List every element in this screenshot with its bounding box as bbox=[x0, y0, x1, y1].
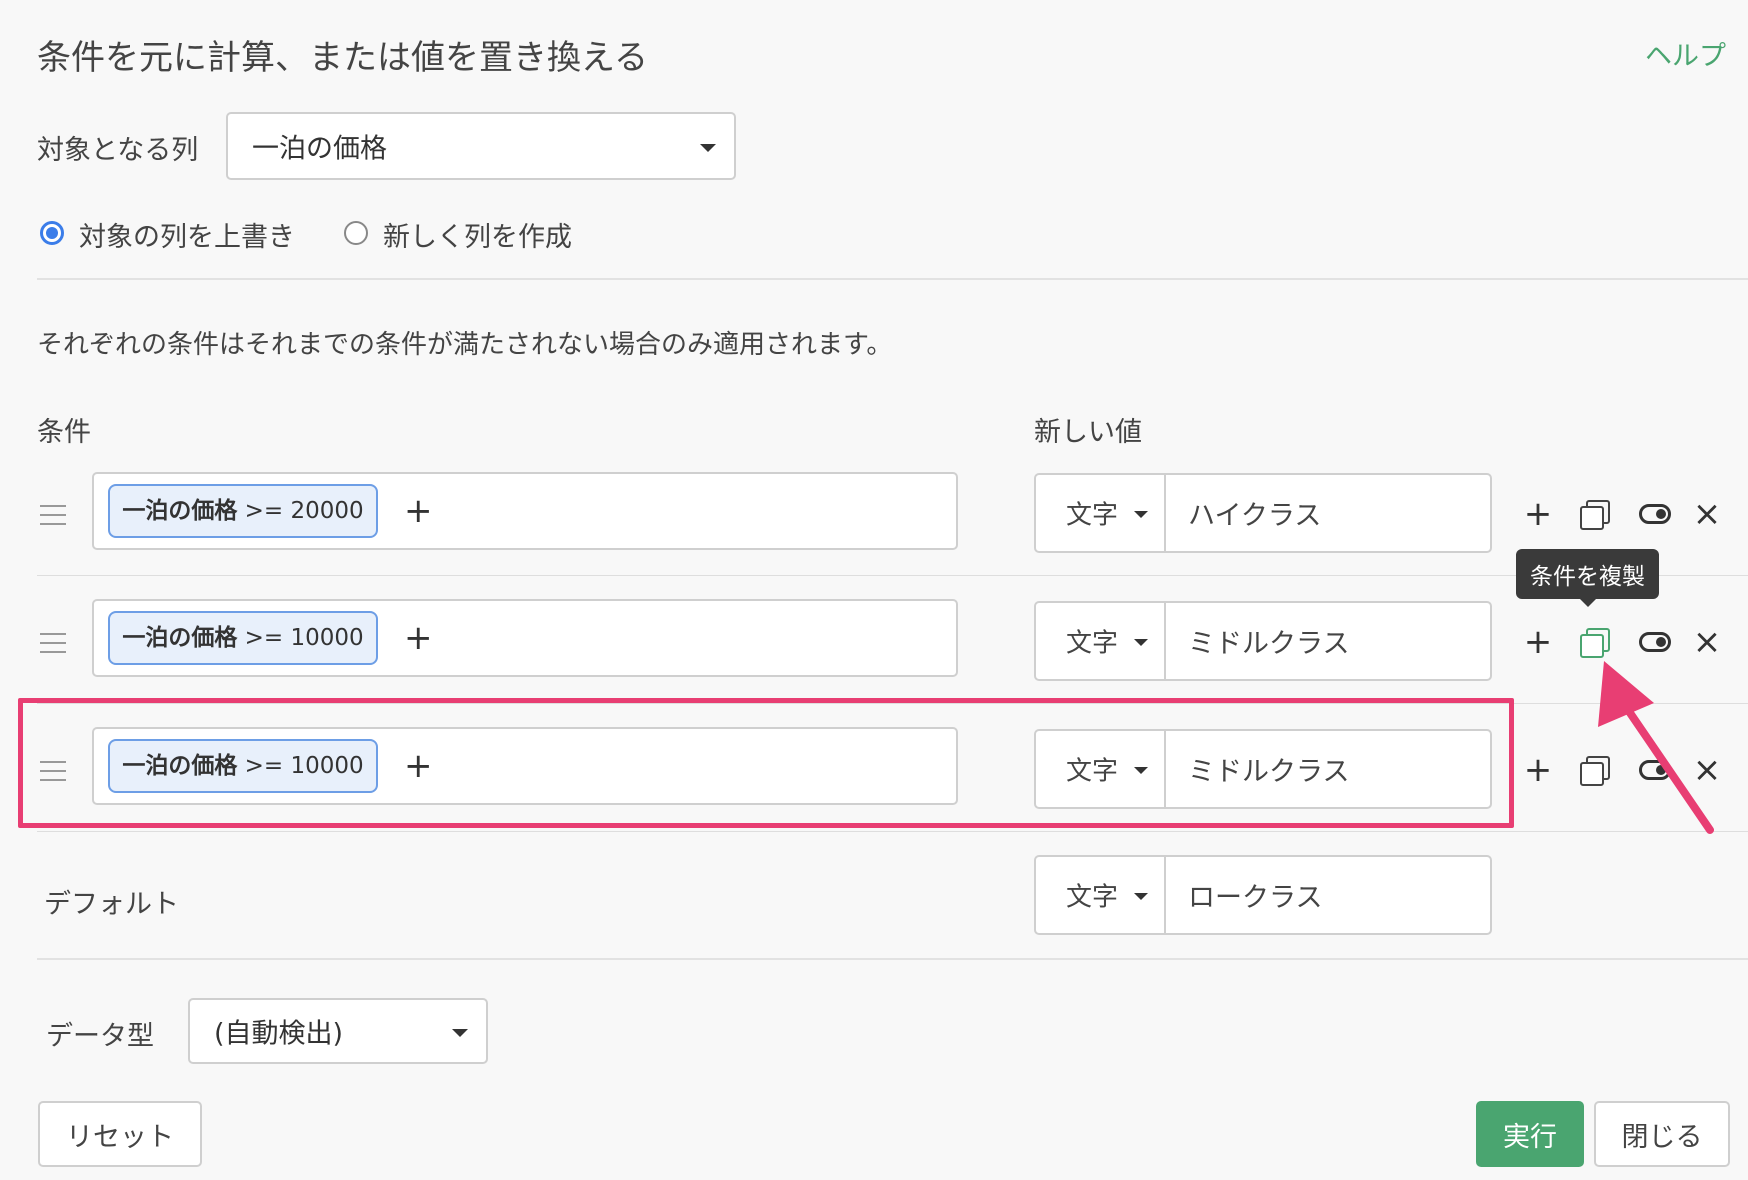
dialog-title: 条件を元に計算、または値を置き換える bbox=[37, 38, 648, 78]
radio-overwrite-label[interactable]: 対象の列を上書き bbox=[79, 215, 295, 254]
new-value-header: 新しい値 bbox=[1034, 417, 1142, 448]
add-rule-plus-icon[interactable]: + bbox=[1521, 753, 1555, 787]
chevron-down-icon bbox=[700, 144, 716, 152]
condition-threshold: 10000 bbox=[290, 625, 364, 651]
toggle-icon[interactable] bbox=[1639, 504, 1671, 524]
value-type-label: 文字 bbox=[1066, 882, 1119, 913]
value-type-select[interactable]: 文字 bbox=[1036, 857, 1166, 933]
description-text: それぞれの条件はそれまでの条件が満たされない場合のみ適用されます。 bbox=[37, 330, 893, 360]
highlight-frame bbox=[18, 698, 1514, 828]
divider bbox=[37, 278, 1748, 280]
new-value-group[interactable]: 文字 ハイクラス bbox=[1034, 473, 1492, 553]
annotation-arrow-icon bbox=[1598, 661, 1714, 834]
default-value-group[interactable]: 文字 ロークラス bbox=[1034, 855, 1492, 935]
row-divider bbox=[37, 575, 1748, 576]
add-condition-plus-icon[interactable]: + bbox=[404, 613, 433, 663]
close-icon[interactable]: × bbox=[1690, 625, 1724, 659]
target-column-label: 対象となる列 bbox=[37, 135, 199, 166]
toggle-icon[interactable] bbox=[1639, 632, 1671, 652]
target-column-select[interactable]: 一泊の価格 bbox=[226, 112, 736, 180]
data-type-value: (自動検出) bbox=[214, 1018, 344, 1050]
new-value-group[interactable]: 文字 ミドルクラス bbox=[1034, 601, 1492, 681]
condition-chip[interactable]: 一泊の価格 >= 20000 bbox=[108, 484, 378, 538]
chevron-down-icon bbox=[1134, 511, 1148, 518]
duplicate-icon[interactable] bbox=[1580, 628, 1610, 658]
row-divider bbox=[37, 831, 1748, 832]
reset-button[interactable]: リセット bbox=[38, 1101, 202, 1167]
help-link[interactable]: ヘルプ bbox=[1645, 34, 1726, 73]
radio-new-column-label[interactable]: 新しく列を作成 bbox=[383, 215, 572, 254]
value-type-label: 文字 bbox=[1066, 628, 1119, 659]
close-icon[interactable]: × bbox=[1690, 497, 1724, 531]
add-condition-plus-icon[interactable]: + bbox=[404, 486, 433, 536]
add-rule-plus-icon[interactable]: + bbox=[1521, 497, 1555, 531]
run-button[interactable]: 実行 bbox=[1476, 1101, 1584, 1167]
condition-box[interactable]: 一泊の価格 >= 10000 + bbox=[92, 599, 958, 677]
drag-handle-icon[interactable] bbox=[40, 505, 66, 525]
value-type-select[interactable]: 文字 bbox=[1036, 603, 1166, 679]
condition-column: 一泊の価格 bbox=[122, 625, 238, 651]
tooltip: 条件を複製 bbox=[1516, 549, 1659, 607]
duplicate-icon[interactable] bbox=[1580, 500, 1610, 530]
condition-operator: >= bbox=[244, 625, 284, 651]
value-type-select[interactable]: 文字 bbox=[1036, 475, 1166, 551]
condition-column: 一泊の価格 bbox=[122, 498, 238, 524]
default-value-input[interactable]: ロークラス bbox=[1188, 876, 1322, 915]
condition-threshold: 20000 bbox=[290, 498, 364, 524]
chevron-down-icon bbox=[452, 1029, 468, 1037]
target-column-value: 一泊の価格 bbox=[252, 133, 387, 165]
chevron-down-icon bbox=[1134, 639, 1148, 646]
drag-handle-icon[interactable] bbox=[40, 633, 66, 653]
new-value-input[interactable]: ハイクラス bbox=[1188, 494, 1321, 533]
default-label: デフォルト bbox=[44, 889, 179, 920]
data-type-select[interactable]: (自動検出) bbox=[188, 998, 488, 1064]
data-type-label: データ型 bbox=[46, 1021, 154, 1052]
condition-box[interactable]: 一泊の価格 >= 20000 + bbox=[92, 472, 958, 550]
value-type-label: 文字 bbox=[1066, 500, 1119, 531]
new-value-input[interactable]: ミドルクラス bbox=[1188, 622, 1349, 661]
radio-overwrite[interactable] bbox=[40, 221, 64, 245]
chevron-down-icon bbox=[1134, 893, 1148, 900]
radio-new-column[interactable] bbox=[344, 221, 368, 245]
condition-header: 条件 bbox=[37, 417, 91, 448]
divider bbox=[37, 958, 1748, 960]
condition-operator: >= bbox=[244, 498, 284, 524]
condition-chip[interactable]: 一泊の価格 >= 10000 bbox=[108, 611, 378, 665]
close-button[interactable]: 閉じる bbox=[1594, 1101, 1730, 1167]
add-rule-plus-icon[interactable]: + bbox=[1521, 625, 1555, 659]
